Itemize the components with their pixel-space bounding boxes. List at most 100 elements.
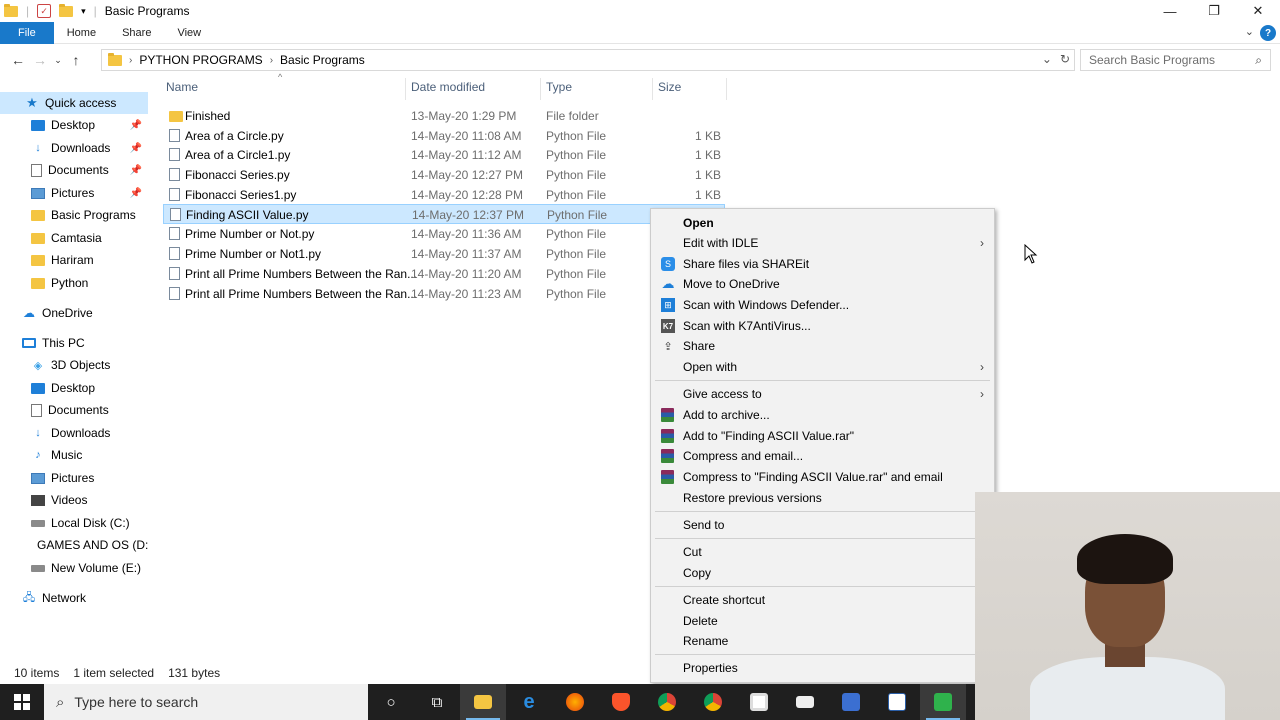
menu-item-open-with[interactable]: Open with › bbox=[651, 357, 994, 377]
chevron-down-icon[interactable]: ⌄ bbox=[1042, 52, 1052, 66]
menu-item-give-access-to[interactable]: Give access to › bbox=[651, 384, 994, 404]
chrome-alt-icon[interactable] bbox=[690, 684, 736, 720]
pin-icon[interactable]: 📌 bbox=[130, 143, 142, 154]
search-input[interactable]: Search Basic Programs ⌕ bbox=[1080, 49, 1271, 71]
file-row[interactable]: Fibonacci Series.py 14-May-20 12:27 PM P… bbox=[163, 165, 725, 185]
refresh-icon[interactable]: ↻ bbox=[1060, 52, 1070, 66]
file-row[interactable]: Print all Prime Numbers Between the Ran.… bbox=[163, 264, 725, 284]
sidebar-item-pictures-pc[interactable]: Pictures bbox=[0, 467, 148, 489]
menu-item-share[interactable]: ⇪ Share bbox=[651, 336, 994, 356]
menu-item-restore-previous-versions[interactable]: Restore previous versions bbox=[651, 488, 994, 508]
column-header-type[interactable]: Type bbox=[546, 80, 572, 98]
help-icon[interactable]: ? bbox=[1260, 25, 1276, 41]
sidebar-item-network[interactable]: 🖧 Network bbox=[0, 587, 148, 609]
sidebar-item-pictures[interactable]: Pictures 📌 bbox=[0, 182, 148, 204]
menu-item-add-to-rar[interactable]: Add to "Finding ASCII Value.rar" bbox=[651, 426, 994, 446]
brave-icon[interactable] bbox=[598, 684, 644, 720]
sidebar-item-python[interactable]: Python bbox=[0, 272, 148, 294]
file-row[interactable]: Area of a Circle1.py 14-May-20 11:12 AM … bbox=[163, 145, 725, 165]
sidebar-item-local-disk-c[interactable]: Local Disk (C:) bbox=[0, 512, 148, 534]
column-header-size[interactable]: Size bbox=[658, 80, 681, 98]
menu-item-open[interactable]: Open bbox=[651, 213, 994, 233]
menu-item-shareit[interactable]: S Share files via SHAREit bbox=[651, 254, 994, 274]
devcpp-icon[interactable] bbox=[828, 684, 874, 720]
sidebar-item-music[interactable]: ♪ Music bbox=[0, 444, 148, 466]
column-divider[interactable] bbox=[540, 78, 541, 100]
tab-view[interactable]: View bbox=[164, 22, 214, 44]
sidebar-item-downloads-pc[interactable]: ↓ Downloads bbox=[0, 422, 148, 444]
store-icon[interactable] bbox=[736, 684, 782, 720]
sidebar-item-3d-objects[interactable]: ◈ 3D Objects bbox=[0, 354, 148, 376]
new-folder-icon[interactable] bbox=[59, 3, 74, 17]
firefox-icon[interactable] bbox=[552, 684, 598, 720]
sidebar-item-documents[interactable]: Documents 📌 bbox=[0, 159, 148, 181]
column-header-name[interactable]: Name bbox=[166, 80, 198, 98]
pin-icon[interactable]: 📌 bbox=[130, 165, 142, 176]
menu-item-edit-with-idle[interactable]: Edit with IDLE › bbox=[651, 233, 994, 253]
column-divider[interactable] bbox=[726, 78, 727, 100]
sidebar-item-hariram[interactable]: Hariram bbox=[0, 249, 148, 271]
menu-item-create-shortcut[interactable]: Create shortcut bbox=[651, 590, 994, 610]
breadcrumb-basic-programs[interactable]: Basic Programs bbox=[280, 53, 365, 67]
menu-item-send-to[interactable]: Send to bbox=[651, 515, 994, 535]
column-divider[interactable] bbox=[652, 78, 653, 100]
taskbar-search-input[interactable]: ⌕ Type here to search bbox=[44, 684, 368, 720]
back-arrow-icon[interactable]: ← bbox=[7, 52, 29, 68]
sidebar-item-downloads[interactable]: ↓ Downloads 📌 bbox=[0, 137, 148, 159]
sidebar-item-quick-access[interactable]: ★ Quick access bbox=[0, 92, 148, 114]
file-row[interactable]: Fibonacci Series1.py 14-May-20 12:28 PM … bbox=[163, 185, 725, 205]
file-row[interactable]: Print all Prime Numbers Between the Ran.… bbox=[163, 284, 725, 304]
up-arrow-icon[interactable]: ↑ bbox=[65, 52, 87, 68]
menu-item-delete[interactable]: Delete bbox=[651, 611, 994, 631]
file-row[interactable]: Prime Number or Not.py 14-May-20 11:36 A… bbox=[163, 224, 725, 244]
sidebar-item-onedrive[interactable]: ☁ OneDrive bbox=[0, 302, 148, 324]
camtasia-icon[interactable] bbox=[920, 684, 966, 720]
tab-share[interactable]: Share bbox=[109, 22, 164, 44]
menu-item-compress-rar-email[interactable]: Compress to "Finding ASCII Value.rar" an… bbox=[651, 467, 994, 487]
sidebar-item-desktop-pc[interactable]: Desktop bbox=[0, 377, 148, 399]
chevron-right-icon[interactable]: › bbox=[129, 55, 132, 66]
menu-item-move-to-onedrive[interactable]: ☁ Move to OneDrive bbox=[651, 274, 994, 294]
restore-button[interactable]: ❐ bbox=[1192, 0, 1236, 22]
file-row[interactable]: Finished 13-May-20 1:29 PM File folder bbox=[163, 106, 725, 126]
expand-ribbon-icon[interactable]: ⌄ bbox=[1245, 25, 1254, 38]
sidebar-item-this-pc[interactable]: This PC bbox=[0, 332, 148, 354]
menu-item-add-to-archive[interactable]: Add to archive... bbox=[651, 405, 994, 425]
menu-item-copy[interactable]: Copy bbox=[651, 563, 994, 583]
sidebar-item-new-volume-e[interactable]: New Volume (E:) bbox=[0, 557, 148, 579]
close-button[interactable]: ✕ bbox=[1236, 0, 1280, 22]
file-explorer-icon[interactable] bbox=[460, 684, 506, 720]
cortana-icon[interactable]: ○ bbox=[368, 684, 414, 720]
tab-home[interactable]: Home bbox=[54, 22, 109, 44]
edge-icon[interactable]: e bbox=[506, 684, 552, 720]
column-header-date-modified[interactable]: Date modified bbox=[411, 80, 485, 98]
sidebar-item-desktop[interactable]: Desktop 📌 bbox=[0, 114, 148, 136]
properties-icon[interactable]: ✓ bbox=[37, 4, 52, 18]
menu-item-compress-and-email[interactable]: Compress and email... bbox=[651, 446, 994, 466]
task-view-icon[interactable]: ⧉ bbox=[414, 684, 460, 720]
sidebar-item-documents-pc[interactable]: Documents bbox=[0, 399, 148, 421]
minimize-button[interactable]: — bbox=[1148, 0, 1192, 22]
python-file-icon[interactable] bbox=[874, 684, 920, 720]
sidebar-item-videos[interactable]: Videos bbox=[0, 489, 148, 511]
file-row[interactable]: Prime Number or Not1.py 14-May-20 11:37 … bbox=[163, 244, 725, 264]
customize-toolbar-icon[interactable]: ▾ bbox=[81, 6, 86, 17]
forward-arrow-icon[interactable]: → bbox=[29, 52, 51, 68]
chrome-icon[interactable] bbox=[644, 684, 690, 720]
menu-item-rename[interactable]: Rename bbox=[651, 631, 994, 651]
menu-item-scan-k7[interactable]: K7 Scan with K7AntiVirus... bbox=[651, 316, 994, 336]
sidebar-item-games-and-os-d[interactable]: GAMES AND OS (D: bbox=[0, 534, 148, 556]
address-bar[interactable]: › PYTHON PROGRAMS › Basic Programs ⌄ ↻ bbox=[101, 49, 1075, 71]
breadcrumb-python-programs[interactable]: PYTHON PROGRAMS bbox=[139, 53, 262, 67]
mail-icon[interactable] bbox=[782, 684, 828, 720]
menu-item-cut[interactable]: Cut bbox=[651, 542, 994, 562]
sidebar-item-camtasia[interactable]: Camtasia bbox=[0, 227, 148, 249]
chevron-right-icon[interactable]: › bbox=[270, 55, 273, 66]
column-divider[interactable] bbox=[405, 78, 406, 100]
menu-item-properties[interactable]: Properties bbox=[651, 658, 994, 678]
file-row[interactable]: Area of a Circle.py 14-May-20 11:08 AM P… bbox=[163, 126, 725, 146]
menu-item-scan-defender[interactable]: ⊞ Scan with Windows Defender... bbox=[651, 295, 994, 315]
tab-file[interactable]: File bbox=[0, 21, 54, 44]
sidebar-item-basic-programs[interactable]: Basic Programs bbox=[0, 204, 148, 226]
file-row-selected[interactable]: Finding ASCII Value.py 14-May-20 12:37 P… bbox=[163, 204, 725, 224]
